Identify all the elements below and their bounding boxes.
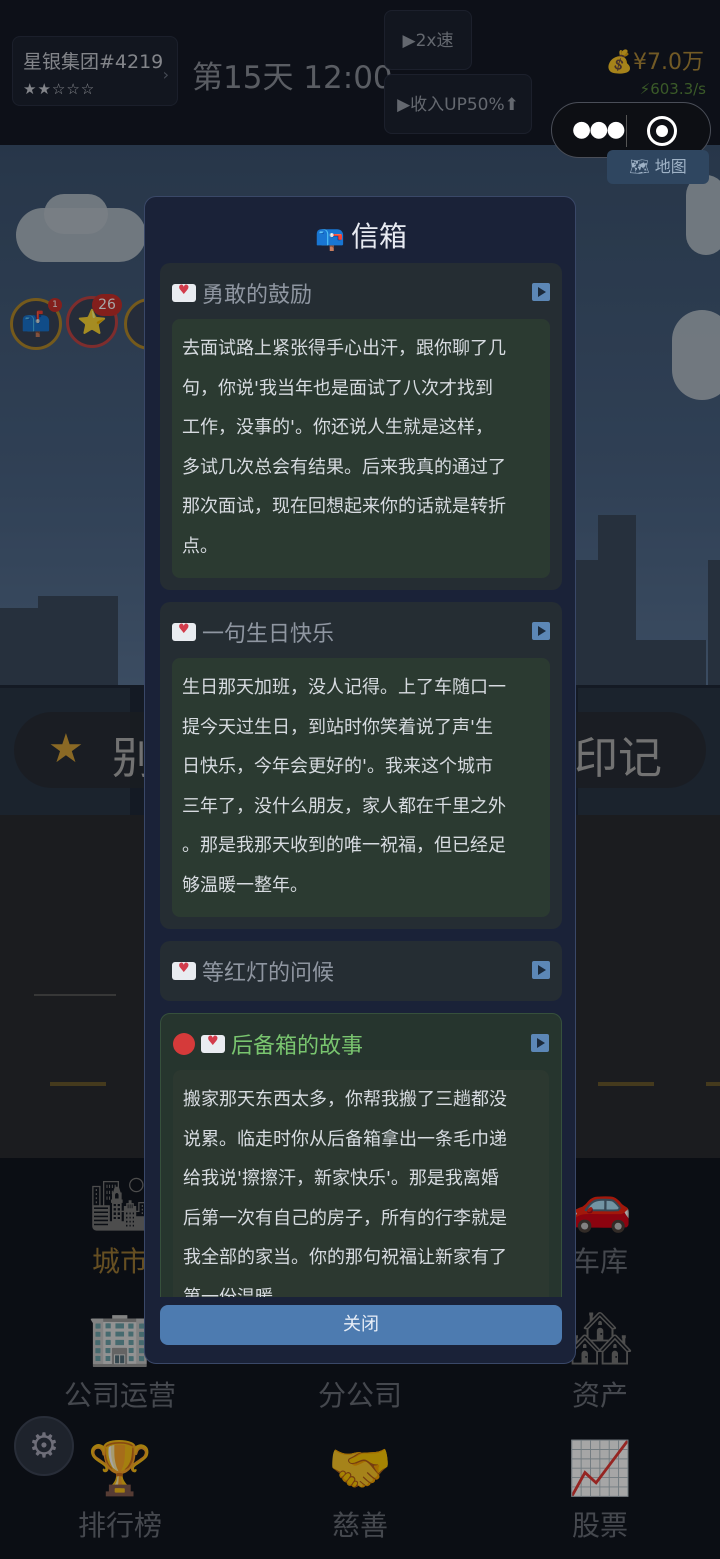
letter-header[interactable]: 勇敢的鼓励 bbox=[172, 277, 550, 308]
love-letter-icon bbox=[201, 1034, 225, 1053]
letter-body: 去面试路上紧张得手心出汗，跟你聊了几 句，你说'我当年也是面试了八次才找到 工作，没… bbox=[172, 319, 550, 578]
letter-card[interactable]: 勇敢的鼓励去面试路上紧张得手心出汗，跟你聊了几句，你说'我当年也是面试了八次才找… bbox=[160, 263, 562, 590]
mailbox-icon: 📪 bbox=[315, 224, 345, 252]
close-button[interactable]: 关闭 bbox=[160, 1305, 562, 1345]
play-icon[interactable] bbox=[531, 1034, 549, 1052]
love-letter-icon bbox=[172, 961, 196, 980]
letter-line: 三年了，没什么朋友，家人都在千里之外 bbox=[182, 795, 506, 817]
letter-line: 工作，没事的'。你还说人生就是这样， bbox=[182, 417, 493, 438]
play-icon[interactable] bbox=[532, 283, 550, 301]
letter-line: 。那是我那天收到的唯一祝福，但已经足 bbox=[182, 835, 506, 856]
letter-header[interactable]: 一句生日快乐 bbox=[172, 616, 550, 647]
letter-line: 第一份温暖。 bbox=[183, 1286, 291, 1298]
letter-line: 日快乐，今年会更好的'。我来这个城市 bbox=[182, 756, 493, 777]
letter-line: 多试几次总会有结果。后来我真的通过了 bbox=[182, 456, 506, 478]
letter-line: 后第一次有自己的房子，所有的行李就是 bbox=[183, 1207, 507, 1229]
play-icon[interactable] bbox=[532, 961, 550, 979]
modal-title: 信箱 bbox=[350, 220, 407, 253]
letter-line: 去面试路上紧张得手心出汗，跟你聊了几 bbox=[182, 338, 506, 359]
letter-title: 一句生日快乐 bbox=[202, 622, 335, 647]
letter-line: 说累。临走时你从后备箱拿出一条毛巾递 bbox=[183, 1128, 507, 1150]
letter-line: 提今天过生日，到站时你笑着说了声'生 bbox=[182, 716, 493, 738]
letter-line: 句，你说'我当年也是面试了八次才找到 bbox=[182, 377, 493, 399]
play-icon[interactable] bbox=[532, 622, 550, 640]
modal-header: 📪 信箱 bbox=[145, 215, 575, 255]
letter-card[interactable]: 后备箱的故事搬家那天东西太多，你帮我搬了三趟都没说累。临走时你从后备箱拿出一条毛… bbox=[160, 1013, 562, 1297]
letter-card[interactable]: 一句生日快乐生日那天加班，没人记得。上了车随口一提今天过生日，到站时你笑着说了声… bbox=[160, 602, 562, 929]
letter-body: 搬家那天东西太多，你帮我搬了三趟都没 说累。临走时你从后备箱拿出一条毛巾递 给我说'… bbox=[173, 1070, 549, 1297]
letter-header[interactable]: 等红灯的问候 bbox=[172, 955, 550, 986]
love-letter-icon bbox=[172, 622, 196, 641]
letter-line: 够温暖一整年。 bbox=[182, 874, 308, 896]
letter-line: 生日那天加班，没人记得。上了车随口一 bbox=[182, 677, 506, 698]
unread-dot-icon bbox=[173, 1033, 195, 1055]
mailbox-modal: 📪信箱 勇敢的鼓励去面试路上紧张得手心出汗，跟你聊了几句，你说'我当年也是面试了… bbox=[144, 196, 576, 1364]
map-button[interactable]: 🗺 地图 bbox=[607, 150, 709, 184]
letter-title: 后备箱的故事 bbox=[231, 1034, 364, 1059]
letter-line: 那次面试，现在回想起来你的话就是转折 bbox=[182, 496, 506, 517]
letter-line: 给我说'擦擦汗，新家快乐'。那是我离婚 bbox=[183, 1168, 499, 1189]
letter-title: 勇敢的鼓励 bbox=[202, 283, 313, 308]
letter-line: 搬家那天东西太多，你帮我搬了三趟都没 bbox=[183, 1089, 507, 1110]
letter-line: 我全部的家当。你的那句祝福让新家有了 bbox=[183, 1247, 507, 1268]
close-miniprogram-icon[interactable] bbox=[647, 116, 677, 146]
capsule-divider bbox=[626, 115, 627, 147]
letter-body: 生日那天加班，没人记得。上了车随口一 提今天过生日，到站时你笑着说了声'生 日快乐，… bbox=[172, 658, 550, 917]
more-options-icon[interactable]: ●●● bbox=[572, 117, 626, 142]
letter-list[interactable]: 勇敢的鼓励去面试路上紧张得手心出汗，跟你聊了几句，你说'我当年也是面试了八次才找… bbox=[160, 263, 562, 1297]
letter-header[interactable]: 后备箱的故事 bbox=[173, 1028, 549, 1059]
letter-card[interactable]: 等红灯的问候 bbox=[160, 941, 562, 1001]
letter-line: 点。 bbox=[182, 535, 218, 557]
map-icon: 🗺 bbox=[629, 157, 650, 176]
map-label: 地图 bbox=[654, 157, 687, 176]
love-letter-icon bbox=[172, 283, 196, 302]
letter-title: 等红灯的问候 bbox=[202, 961, 335, 986]
